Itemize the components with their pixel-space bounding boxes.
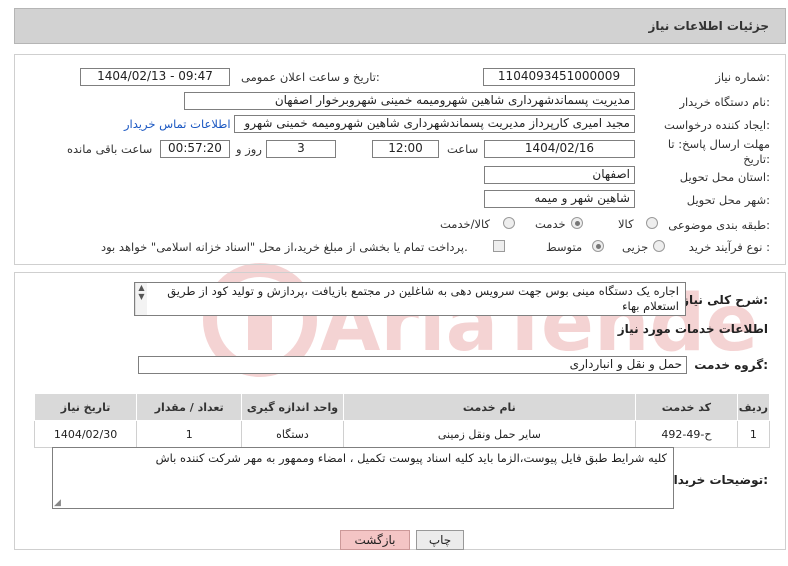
services-table: ردیف کد خدمت نام خدمت واحد اندازه گیری ت… [33, 393, 771, 448]
treasury-payment-note: پرداخت تمام یا بخشی از مبلغ خرید،از محل … [101, 240, 468, 254]
buyer-notes-label: توضیحات خریدار: [666, 473, 768, 487]
page-header: جزئیات اطلاعات نیاز [14, 8, 786, 44]
services-table-header: ردیف کد خدمت نام خدمت واحد اندازه گیری ت… [33, 393, 771, 421]
process-label: نوع فرآیند خرید : [688, 240, 770, 254]
print-button[interactable]: چاپ [416, 530, 464, 550]
description-scrollbar[interactable]: ▲ ▼ [135, 283, 147, 315]
days-label: روز و [236, 142, 262, 156]
col-service-code: کد خدمت [635, 393, 738, 421]
services-title: اطلاعات خدمات مورد نیاز [617, 322, 768, 336]
cell-row: 1 [736, 420, 771, 448]
need-number-label: شماره نیاز: [715, 70, 770, 84]
cell-quantity: 1 [136, 420, 243, 448]
province-field: اصفهان [484, 166, 635, 184]
cell-service-code: ح-49-492 [635, 420, 738, 448]
province-label: استان محل تحویل: [679, 170, 770, 184]
cell-need-date: 1404/02/30 [33, 420, 138, 448]
description-textarea[interactable]: اجاره یک دستگاه مینی بوس جهت سرویس دهی ب… [134, 282, 686, 316]
category-radio-goods[interactable] [646, 217, 658, 229]
deadline-time-field: 12:00 [372, 140, 439, 158]
cell-unit: دستگاه [241, 420, 344, 448]
city-field: شاهین شهر و میمه [484, 190, 635, 208]
process-option-minor: جزیی [622, 240, 649, 254]
days-remaining-field: 3 [266, 140, 336, 158]
city-label: شهر محل تحویل: [686, 193, 770, 207]
deadline-date-field: 1404/02/16 [484, 140, 635, 158]
col-service-name: نام خدمت [342, 393, 637, 421]
process-radio-medium[interactable] [592, 240, 604, 252]
description-label: شرح کلی نیاز: [682, 293, 768, 307]
service-group-label: گروه خدمت: [694, 358, 768, 372]
creator-field: مجید امیری کارپرداز مدیریت پسماندشهرداری… [234, 115, 635, 133]
category-option-goods-service: کالا/خدمت [440, 217, 491, 231]
deadline-time-label: ساعت [447, 142, 479, 156]
category-radio-goods-service[interactable] [503, 217, 515, 229]
description-text: اجاره یک دستگاه مینی بوس جهت سرویس دهی ب… [167, 284, 679, 313]
resize-grip-icon[interactable]: ◢ [54, 498, 61, 508]
category-option-service: خدمت [535, 217, 566, 231]
process-radio-minor[interactable] [653, 240, 665, 252]
scroll-arrows-icon: ▲ ▼ [138, 283, 145, 301]
buyer-name-field: مدیریت پسماندشهرداری شاهین شهرومیمه خمین… [184, 92, 635, 110]
col-unit: واحد اندازه گیری [241, 393, 344, 421]
buyer-notes-textarea[interactable]: کلیه شرایط طبق فایل پیوست،الزما باید کلی… [52, 447, 674, 509]
col-quantity: تعداد / مقدار [136, 393, 243, 421]
cell-service-name: سایر حمل ونقل زمینی [342, 420, 637, 448]
category-option-goods: کالا [618, 217, 634, 231]
remaining-time-field: 00:57:20 [160, 140, 230, 158]
process-option-medium: متوسط [546, 240, 583, 254]
buyer-notes-text: کلیه شرایط طبق فایل پیوست،الزما باید کلی… [155, 451, 667, 465]
service-group-field: حمل و نقل و انبارداری [138, 356, 687, 374]
page-title: جزئیات اطلاعات نیاز [648, 19, 769, 33]
announce-label: تاریخ و ساعت اعلان عمومی: [241, 70, 380, 84]
category-radio-service[interactable] [571, 217, 583, 229]
creator-label: ایجاد کننده درخواست: [664, 118, 770, 132]
need-number-field: 1104093451000009 [483, 68, 635, 86]
buyer-contact-link[interactable]: اطلاعات تماس خریدار [124, 117, 231, 131]
category-label: طبقه بندی موضوعی: [668, 218, 770, 232]
col-row: ردیف [736, 393, 771, 421]
col-need-date: تاریخ نیاز [33, 393, 138, 421]
back-button[interactable]: بازگشت [340, 530, 410, 550]
remaining-label: ساعت باقی مانده [67, 142, 153, 156]
table-row: 1 ح-49-492 سایر حمل ونقل زمینی دستگاه 1 … [33, 420, 771, 448]
announce-datetime-field: 1404/02/13 - 09:47 [80, 68, 230, 86]
buyer-label: نام دستگاه خریدار: [679, 95, 770, 109]
deadline-label: مهلت ارسال پاسخ: تا تاریخ: [667, 137, 770, 166]
treasury-payment-checkbox[interactable] [493, 240, 505, 252]
